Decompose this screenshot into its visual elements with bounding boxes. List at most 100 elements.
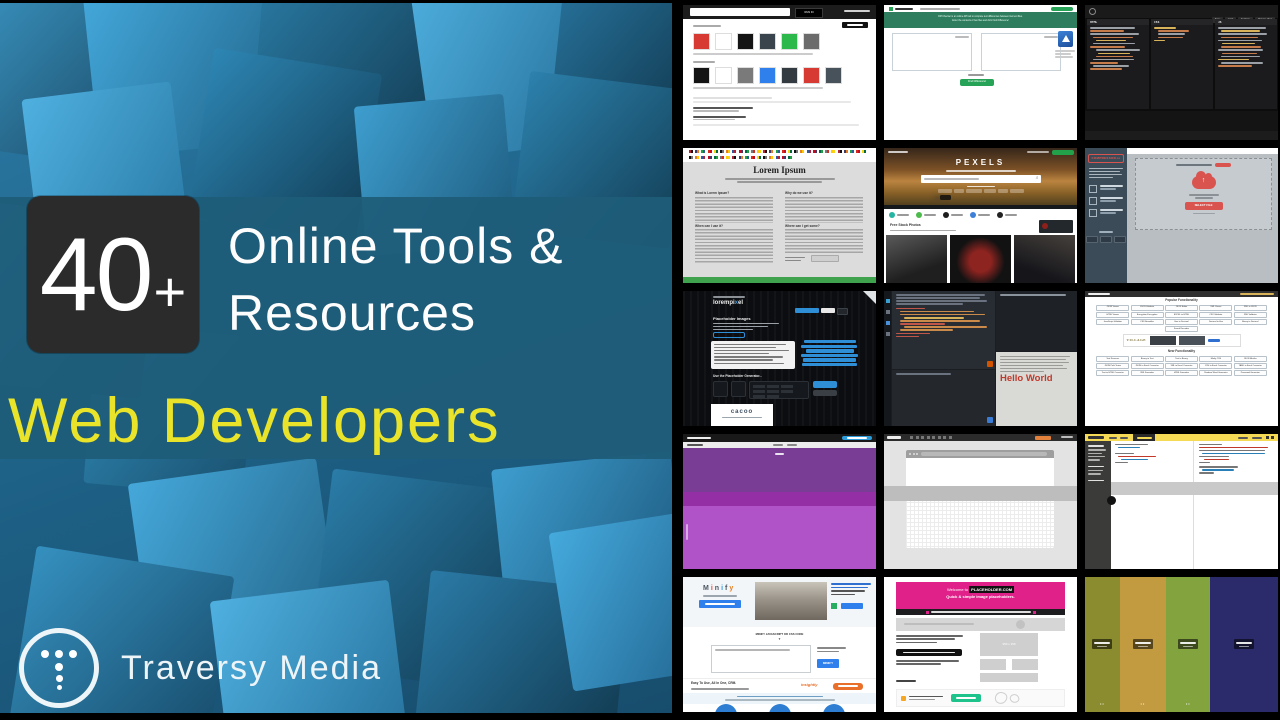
color-swatch[interactable] — [759, 67, 776, 84]
flag-icon[interactable] — [707, 156, 712, 159]
menu-item[interactable] — [1120, 436, 1128, 439]
generate-button[interactable] — [811, 255, 839, 263]
thumb-pexels[interactable]: PEXELS ⌕ Free Stock Photos — [884, 148, 1077, 283]
flag-icon[interactable] — [781, 150, 786, 153]
stripe-dots[interactable]: •• — [1085, 702, 1120, 706]
try-it-out-tab[interactable] — [1133, 434, 1155, 441]
palette-stripe[interactable]: •• — [1085, 577, 1120, 712]
tool-button[interactable]: Hex to Decimal — [1165, 319, 1198, 325]
category-cell[interactable] — [767, 385, 779, 388]
thumb-jsbin[interactable]: Hello World — [884, 291, 1077, 426]
tool-icon[interactable] — [885, 310, 890, 314]
generator-knob[interactable] — [713, 381, 728, 397]
color-swatch[interactable] — [781, 33, 798, 50]
tag-pill[interactable] — [997, 189, 1008, 194]
flag-icon[interactable] — [856, 150, 861, 153]
flag-icon[interactable] — [800, 150, 805, 153]
flag-icon[interactable] — [719, 156, 724, 159]
flag-icon[interactable] — [775, 156, 780, 159]
tool-button[interactable]: JavaScript Validator — [1096, 319, 1130, 325]
thumb-diff-checker[interactable]: Diff Checker is an online diff tool to c… — [884, 5, 1077, 140]
flag-icon[interactable] — [744, 156, 749, 159]
code-textarea[interactable] — [711, 645, 811, 673]
tool-icon[interactable] — [926, 436, 930, 439]
search-icon[interactable]: ⌕ — [1036, 175, 1039, 181]
tool-button[interactable]: JSON Editor — [1165, 304, 1198, 311]
panel-icon[interactable] — [987, 361, 993, 367]
tool-icon[interactable] — [943, 436, 946, 439]
signup-button[interactable] — [842, 435, 872, 441]
flag-icon[interactable] — [732, 156, 737, 159]
flag-icon[interactable] — [763, 156, 768, 159]
flag-icon[interactable] — [818, 150, 823, 153]
stripe-dots[interactable]: •• — [1166, 702, 1210, 706]
category-cell[interactable] — [753, 395, 765, 398]
tool-icon[interactable] — [910, 436, 913, 439]
tool-button[interactable]: EXCEL to HTML — [1165, 311, 1198, 318]
flag-icon[interactable] — [744, 150, 749, 153]
tool-button[interactable]: XML Formatter — [1130, 370, 1164, 377]
tool-button[interactable]: Password Generator — [1233, 370, 1267, 377]
social-button[interactable] — [1114, 236, 1126, 244]
color-swatch[interactable] — [715, 33, 732, 50]
flag-icon[interactable] — [843, 150, 848, 153]
flag-icon[interactable] — [781, 156, 786, 159]
bottom-ad[interactable] — [896, 689, 1065, 707]
color-band-light[interactable] — [683, 506, 876, 569]
flag-icon[interactable] — [763, 150, 768, 153]
ad-button[interactable] — [841, 603, 863, 609]
color-swatch[interactable] — [737, 67, 754, 84]
tool-button[interactable]: Binary to Text — [1130, 356, 1164, 363]
category-cell[interactable] — [781, 390, 793, 393]
category-cell[interactable] — [753, 390, 765, 393]
thumb-coolors[interactable]: •• •• •• — [1085, 577, 1278, 712]
flag-icon[interactable] — [775, 150, 780, 153]
color-swatch[interactable] — [803, 67, 820, 84]
photo-tile[interactable] — [886, 235, 947, 283]
color-swatch[interactable] — [715, 67, 732, 84]
tool-button[interactable]: CSS Beautifier — [1130, 319, 1164, 325]
tool-button[interactable]: XML to Excel Converter — [1165, 363, 1198, 370]
find-difference-button[interactable]: Find Difference! — [960, 79, 994, 86]
source-editor[interactable] — [1111, 441, 1194, 569]
thumb-codepen[interactable]: SaveForkSettingsChange View HTML CSS JS — [1085, 5, 1278, 140]
changed-text-area[interactable] — [981, 33, 1061, 71]
tool-button[interactable]: XML Validator — [1233, 311, 1267, 318]
flag-icon[interactable] — [750, 150, 755, 153]
upload-button[interactable] — [1052, 149, 1074, 155]
tool-button[interactable]: YAML to Excel Converter — [1233, 363, 1267, 370]
tool-button[interactable]: Binary to Decimal — [1233, 319, 1267, 325]
palette-stripe[interactable] — [1210, 577, 1278, 712]
tool-button[interactable]: Minify CSS — [1199, 356, 1233, 363]
flag-icon[interactable] — [719, 150, 724, 153]
flag-icon[interactable] — [794, 150, 799, 153]
tag-pill[interactable] — [965, 189, 982, 194]
save-button[interactable] — [1035, 435, 1051, 440]
flag-icon[interactable] — [788, 150, 792, 153]
flag-icon[interactable] — [812, 150, 817, 153]
tool-button[interactable]: Text Reverser — [1096, 356, 1130, 363]
share-button[interactable] — [821, 308, 835, 313]
menu-item[interactable] — [1252, 436, 1262, 439]
color-swatch[interactable] — [737, 33, 754, 50]
html-pane[interactable] — [892, 291, 995, 369]
ad-banner[interactable]: VILLAGE — [1122, 334, 1241, 348]
thumb-placeholder[interactable]: Welcome to PLACEHOLDER.COM Quick & simpl… — [884, 577, 1077, 712]
color-swatch[interactable] — [759, 33, 776, 50]
thumb-lorem-ipsum[interactable]: Lorem Ipsum What is Lorem Ipsum? When ca… — [683, 148, 876, 283]
tool-button[interactable]: Random Word Generator — [1199, 370, 1233, 377]
tool-button[interactable]: HTML Viewer — [1096, 311, 1130, 318]
category-cell[interactable] — [781, 385, 793, 388]
tool-button[interactable]: JSON Validator — [1130, 304, 1164, 311]
photo-tile[interactable] — [950, 235, 1011, 283]
flag-icon[interactable] — [689, 156, 693, 159]
dropzone[interactable]: ↑ SELECT FILE — [1135, 158, 1272, 230]
category-cell[interactable] — [767, 390, 779, 393]
flag-icon[interactable] — [695, 156, 700, 159]
tool-button[interactable]: Encryption-Decryption — [1130, 311, 1164, 318]
thumb-compressor[interactable]: COMPRESSOR.io ↑ SELECT FILE — [1085, 148, 1278, 283]
tool-button[interactable]: JSON Path Tester — [1096, 363, 1130, 370]
thumb-lorempixel[interactable]: lorempixel Placeholder Images Use the Pl… — [683, 291, 876, 426]
tag-pill[interactable] — [983, 189, 996, 194]
flag-icon[interactable] — [701, 150, 706, 153]
